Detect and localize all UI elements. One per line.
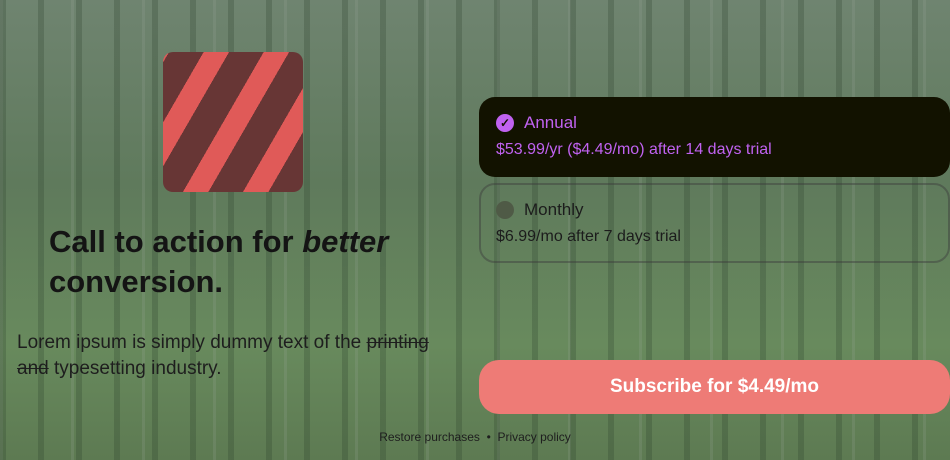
- plan-price: $6.99/mo after 7 days trial: [496, 228, 681, 245]
- footer: Restore purchases • Privacy policy: [0, 430, 950, 444]
- subscribe-button[interactable]: Subscribe for $4.49/mo: [479, 360, 950, 414]
- plan-price: $53.99/yr ($4.49/mo) after 14 days trial: [496, 141, 772, 158]
- radio-icon: [496, 201, 514, 219]
- checkmark-icon: ✓: [496, 114, 514, 132]
- headline: Call to action for better conversion.: [49, 224, 389, 299]
- description: Lorem ipsum is simply dummy text of the …: [17, 332, 429, 379]
- plan-annual[interactable]: ✓ Annual $53.99/yr ($4.49/mo) after 14 da…: [479, 97, 950, 177]
- privacy-policy-link[interactable]: Privacy policy: [497, 430, 570, 444]
- restore-purchases-link[interactable]: Restore purchases: [379, 430, 480, 444]
- separator: •: [486, 430, 491, 444]
- plan-monthly[interactable]: Monthly $6.99/mo after 7 days trial: [479, 183, 950, 263]
- plan-name: Monthly: [524, 200, 584, 219]
- plan-name: Annual: [524, 113, 577, 132]
- app-logo: [163, 52, 303, 192]
